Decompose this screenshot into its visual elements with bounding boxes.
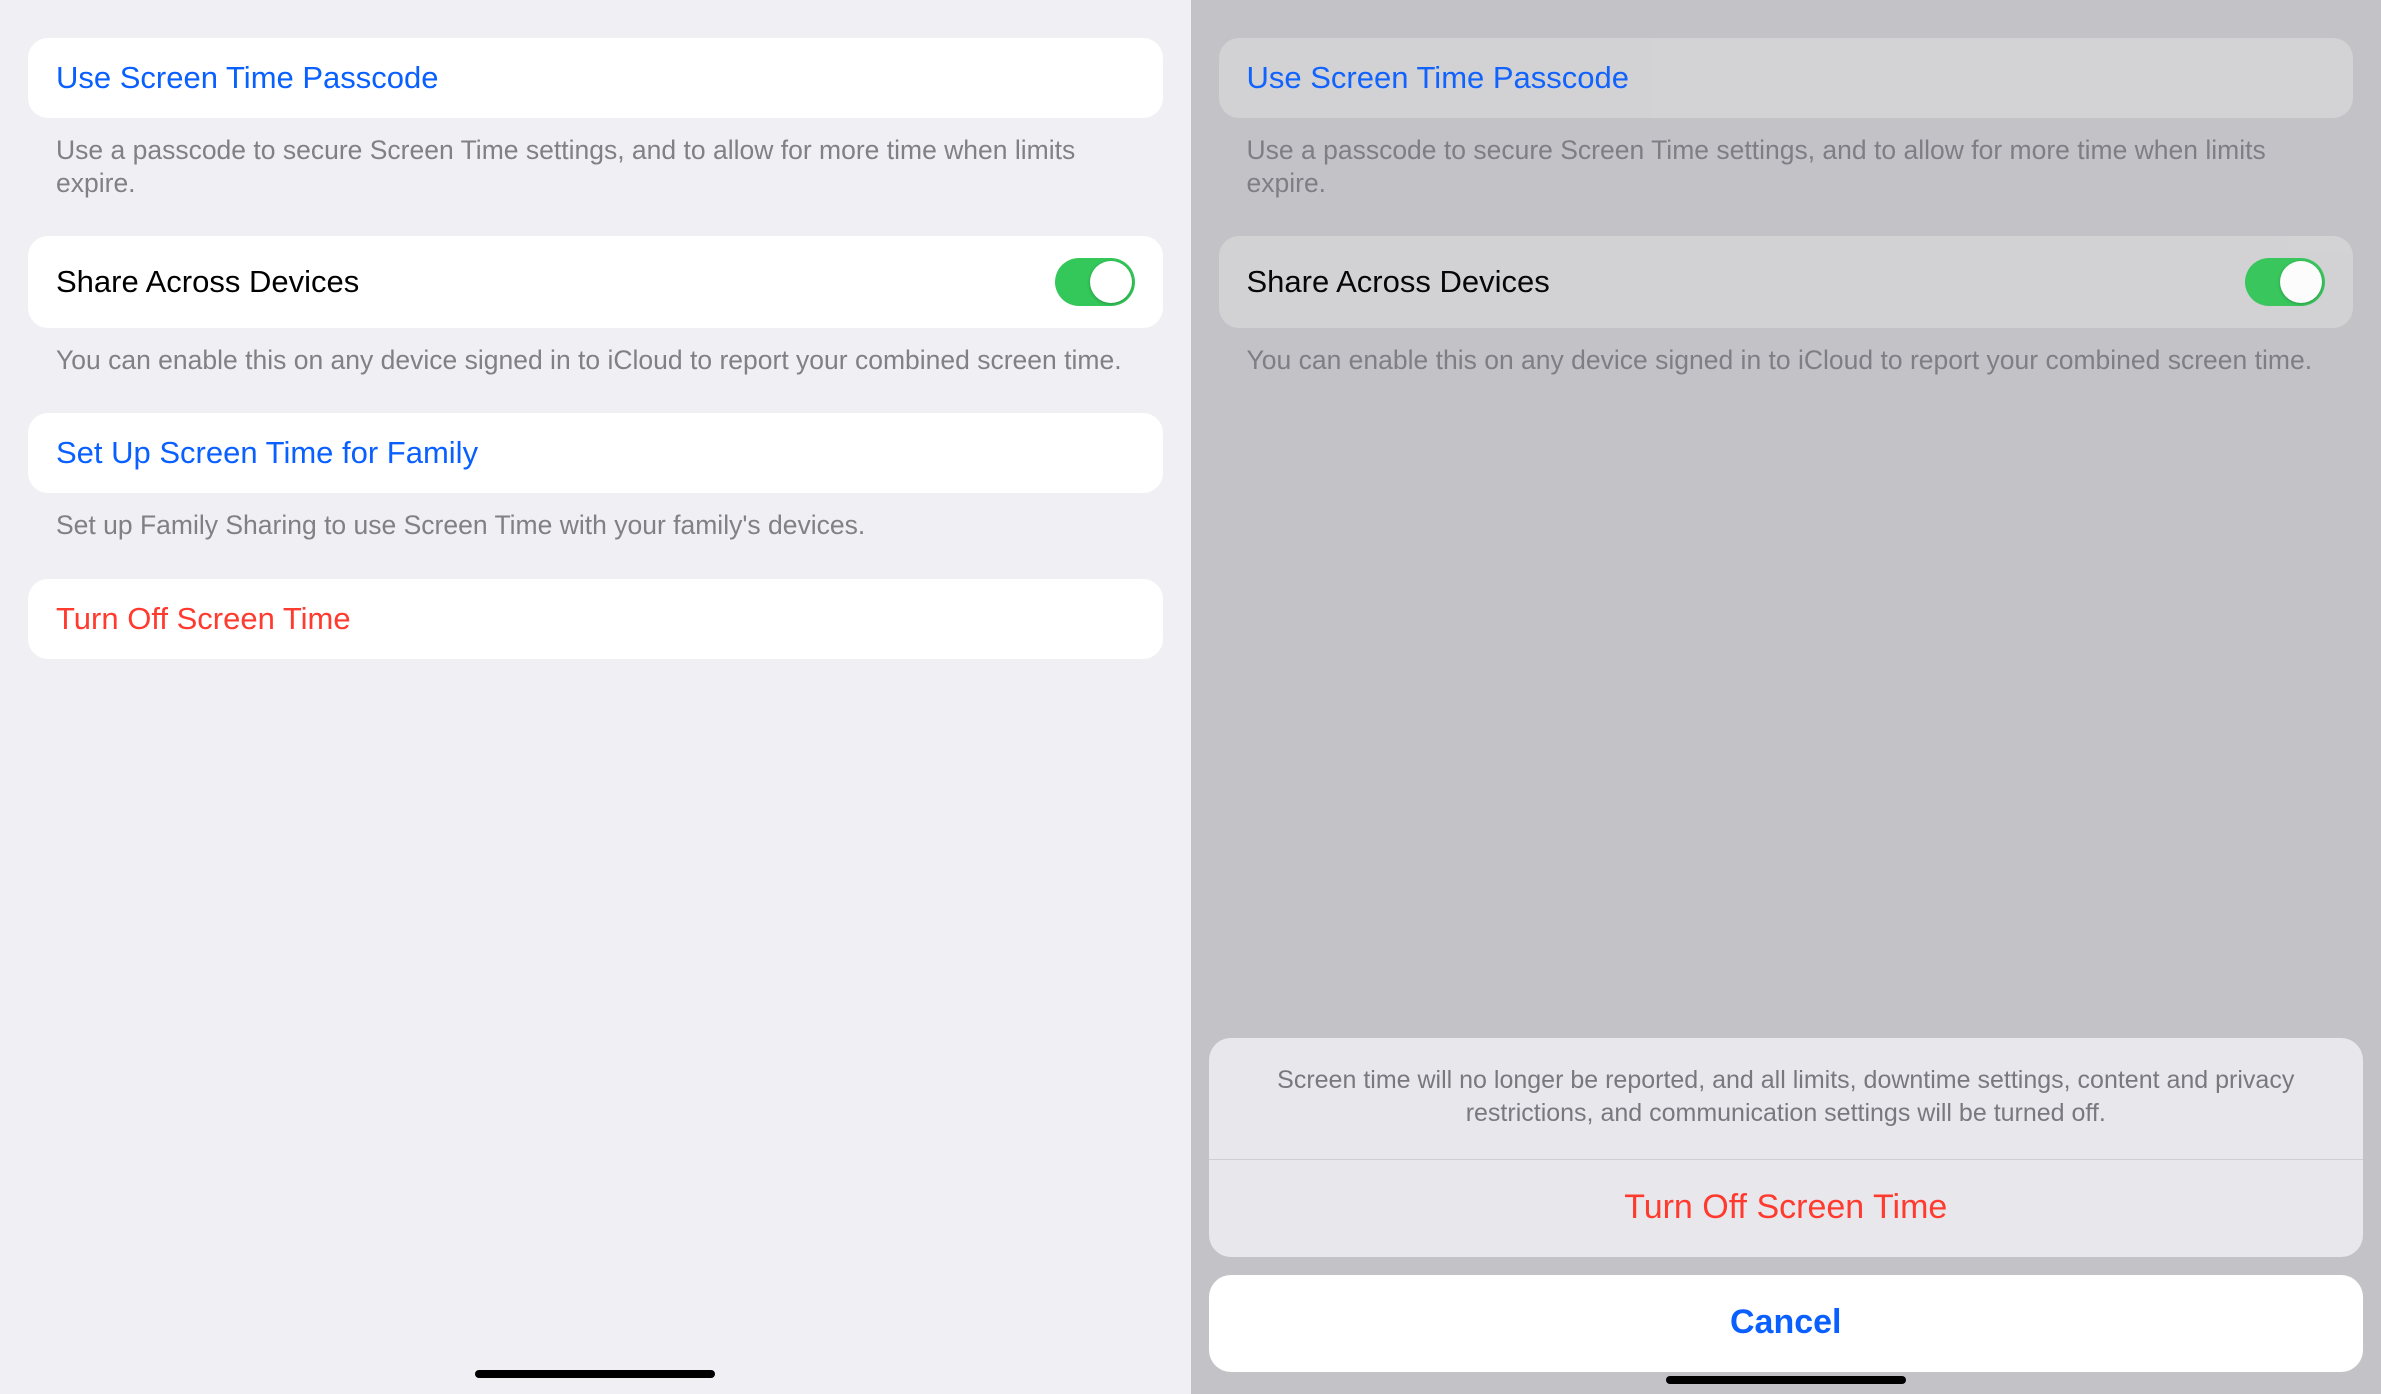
screen-time-settings-pane-confirm: Use Screen Time Passcode Use a passcode … bbox=[1191, 0, 2381, 1394]
use-screen-time-passcode-button[interactable]: Use Screen Time Passcode bbox=[28, 38, 1163, 118]
passcode-footnote: Use a passcode to secure Screen Time set… bbox=[28, 118, 1163, 200]
share-footnote: You can enable this on any device signed… bbox=[28, 328, 1163, 377]
share-across-devices-label: Share Across Devices bbox=[1247, 264, 1550, 300]
family-footnote: Set up Family Sharing to use Screen Time… bbox=[28, 493, 1163, 542]
share-across-devices-row: Share Across Devices bbox=[1219, 236, 2354, 328]
turn-off-screen-time-button[interactable]: Turn Off Screen Time bbox=[28, 579, 1163, 659]
home-indicator[interactable] bbox=[475, 1370, 715, 1378]
screen-time-settings-pane: Use Screen Time Passcode Use a passcode … bbox=[0, 0, 1191, 1394]
settings-list-dimmed: Use Screen Time Passcode Use a passcode … bbox=[1191, 0, 2381, 377]
setup-family-button[interactable]: Set Up Screen Time for Family bbox=[28, 413, 1163, 493]
cancel-button[interactable]: Cancel bbox=[1209, 1275, 2364, 1372]
share-across-devices-toggle[interactable] bbox=[1055, 258, 1135, 306]
confirm-turn-off-button[interactable]: Turn Off Screen Time bbox=[1209, 1160, 2364, 1257]
share-across-devices-label: Share Across Devices bbox=[56, 264, 359, 300]
home-indicator[interactable] bbox=[1666, 1376, 1906, 1384]
share-footnote: You can enable this on any device signed… bbox=[1219, 328, 2354, 377]
use-screen-time-passcode-button: Use Screen Time Passcode bbox=[1219, 38, 2354, 118]
share-across-devices-toggle bbox=[2245, 258, 2325, 306]
turn-off-action-sheet: Screen time will no longer be reported, … bbox=[1209, 1038, 2364, 1373]
share-across-devices-row: Share Across Devices bbox=[28, 236, 1163, 328]
action-sheet-message: Screen time will no longer be reported, … bbox=[1209, 1038, 2364, 1160]
action-sheet-group: Screen time will no longer be reported, … bbox=[1209, 1038, 2364, 1258]
passcode-footnote: Use a passcode to secure Screen Time set… bbox=[1219, 118, 2354, 200]
settings-list: Use Screen Time Passcode Use a passcode … bbox=[0, 0, 1191, 659]
